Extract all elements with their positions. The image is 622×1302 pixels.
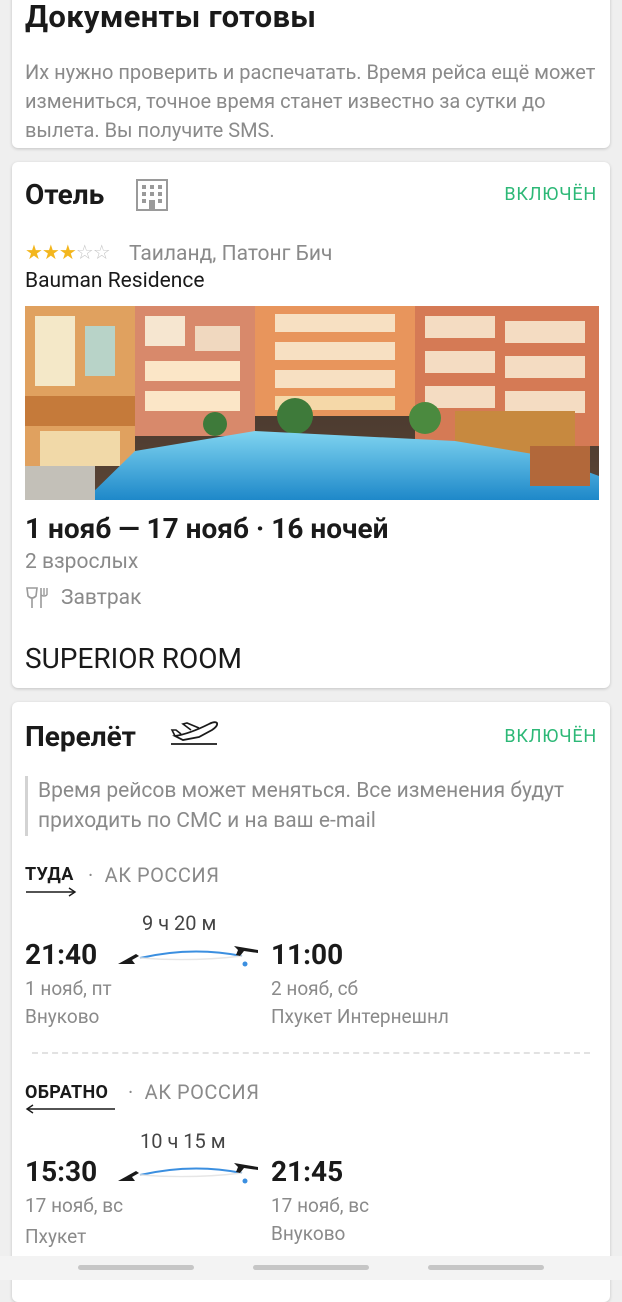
hotel-stars: ★★★☆☆ (25, 240, 111, 264)
outbound-arrival-date: 2 нояб, сб (271, 977, 359, 1000)
meal-plan: Завтрак (25, 586, 141, 610)
flight-card[interactable]: Перелёт ВКЛЮЧЁН Время рейсов может менят… (12, 702, 610, 1302)
outbound-duration: 9 ч 20 м (142, 911, 217, 935)
stay-dates: 1 нояб — 17 нояб · 16 ночей (25, 512, 389, 545)
nav-handle-center[interactable] (253, 1265, 369, 1270)
building-icon (136, 179, 168, 211)
bottom-navigation-bar (0, 1256, 622, 1280)
flight-notice: Время рейсов может меняться. Все изменен… (25, 776, 608, 836)
hotel-location: Таиланд, Патонг Бич (129, 242, 333, 266)
room-type: SUPERIOR ROOM (25, 642, 242, 675)
outbound-arrival-time: 11:00 (271, 938, 344, 971)
hotel-name[interactable]: Bauman Residence (25, 269, 204, 293)
outbound-arrival-airport: Пхукет Интернешнл (271, 1005, 449, 1028)
outbound-departure-time: 21:40 (25, 938, 98, 971)
nav-handle-left[interactable] (78, 1265, 194, 1270)
flight-title: Перелёт (25, 720, 136, 753)
inbound-departure-date: 17 нояб, вс (25, 1194, 124, 1217)
inbound-label: ОБРАТНО (25, 1082, 109, 1103)
hotel-title: Отель (25, 178, 105, 211)
outbound-airline: · АК РОССИЯ (88, 863, 220, 887)
meal-label: Завтрак (61, 586, 142, 610)
hotel-included-badge: ВКЛЮЧЁН (504, 184, 597, 205)
leg-divider (32, 1052, 590, 1054)
airplane-icon (170, 721, 219, 745)
inbound-arrival-airport: Внуково (271, 1222, 346, 1245)
documents-description: Их нужно проверить и распечатать. Время … (25, 60, 596, 142)
cutlery-icon (26, 587, 48, 608)
stars-filled: ★★★ (25, 240, 77, 264)
hotel-card[interactable]: Отель ВКЛЮЧЁН ★★★☆☆ Таиланд, Патонг Бич … (12, 162, 610, 688)
outbound-label: ТУДА (25, 864, 74, 885)
outbound-departure-date: 1 нояб, пт (25, 977, 112, 1000)
arrow-right-icon (26, 887, 77, 897)
stars-empty: ☆☆ (75, 240, 111, 264)
documents-card: Документы готовы Их нужно проверить и ра… (12, 0, 610, 148)
inbound-duration: 10 ч 15 м (140, 1129, 226, 1153)
nav-handle-right[interactable] (428, 1265, 544, 1270)
hotel-photo[interactable] (25, 306, 599, 500)
outbound-route-graphic (118, 946, 258, 967)
inbound-arrival-time: 21:45 (271, 1155, 344, 1188)
inbound-departure-time: 15:30 (25, 1155, 98, 1188)
flight-included-badge: ВКЛЮЧЁН (504, 726, 597, 747)
guest-count: 2 взрослых (25, 550, 139, 574)
outbound-departure-airport: Внуково (25, 1005, 100, 1028)
inbound-route-graphic (118, 1163, 258, 1184)
documents-title: Документы готовы (25, 0, 317, 35)
inbound-arrival-date: 17 нояб, вс (271, 1194, 370, 1217)
arrow-left-icon (25, 1104, 115, 1114)
inbound-airline: · АК РОССИЯ (128, 1080, 260, 1104)
